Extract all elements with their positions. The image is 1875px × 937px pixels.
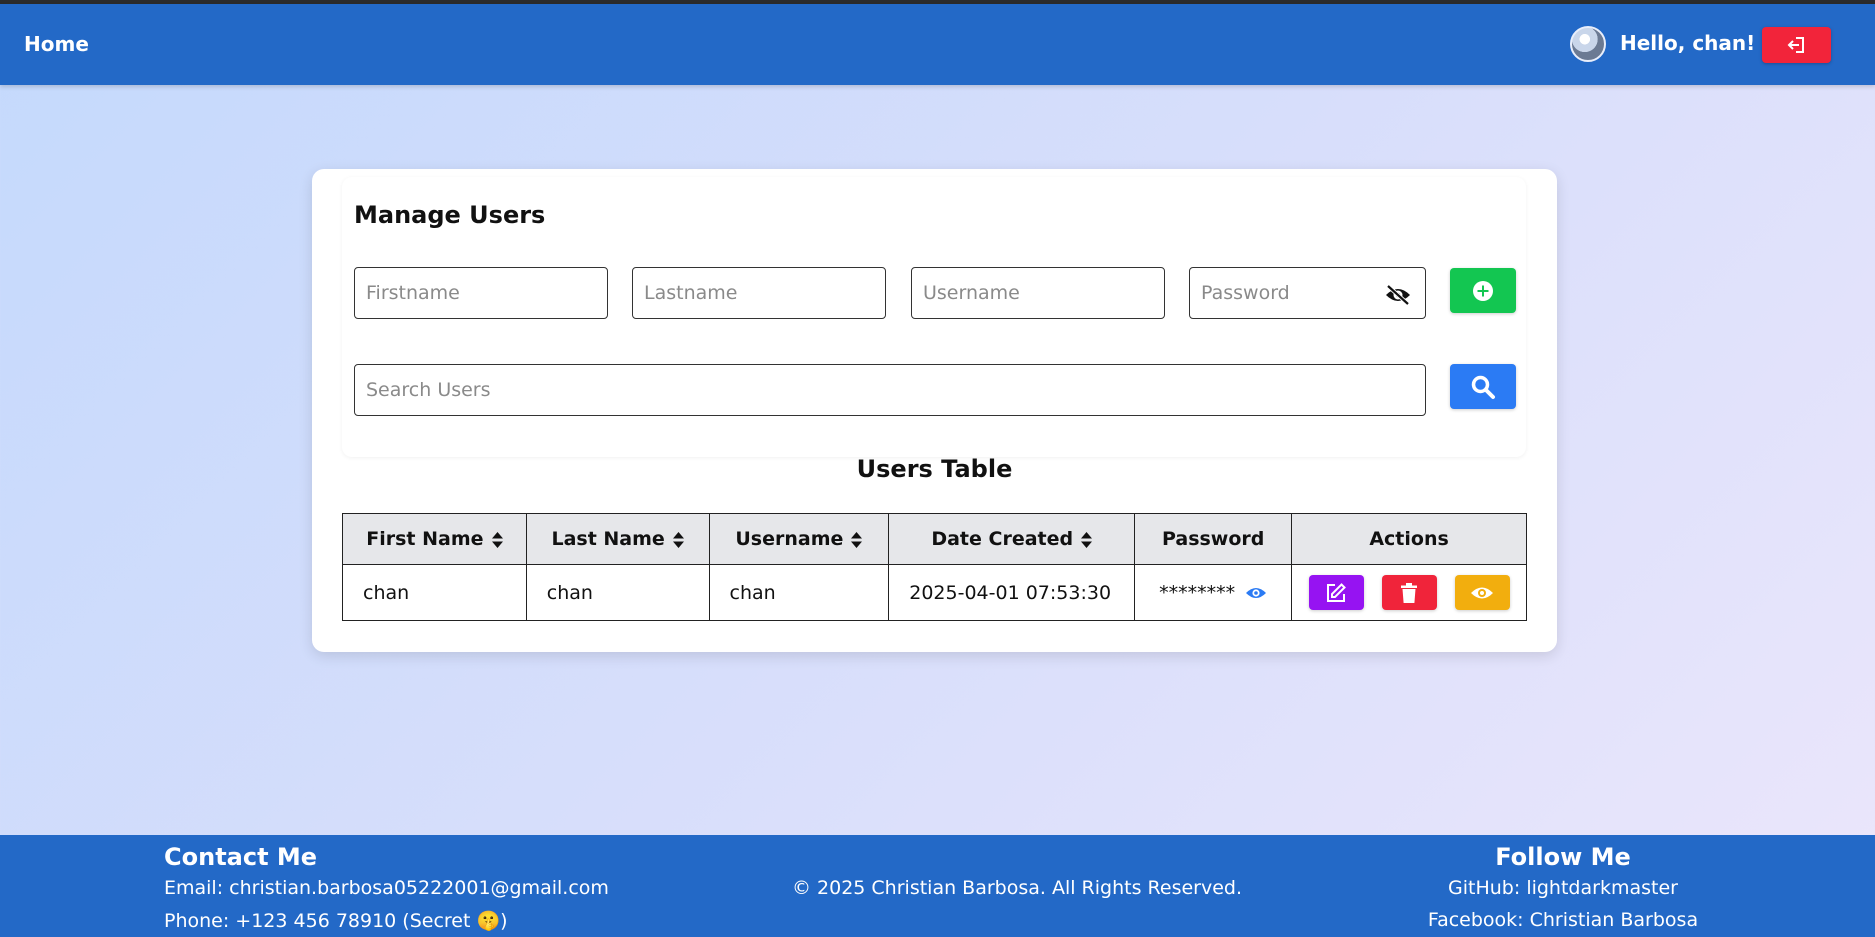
eye-icon[interactable] — [1245, 585, 1267, 601]
follow-title: Follow Me — [1495, 843, 1631, 871]
logout-icon — [1787, 37, 1804, 53]
eye-slash-icon — [1386, 284, 1410, 306]
nav-home-link[interactable]: Home — [24, 32, 89, 56]
manage-users-title: Manage Users — [354, 201, 546, 229]
cell-last-name: chan — [525, 564, 710, 621]
sort-icon — [851, 531, 863, 548]
github-link[interactable]: GitHub: lightdarkmaster — [1363, 877, 1763, 899]
table-header-row: First Name Last Name Username Date Creat… — [342, 513, 1527, 565]
header-label: Last Name — [551, 528, 665, 550]
lastname-input[interactable] — [632, 267, 886, 319]
th-date-created[interactable]: Date Created — [888, 513, 1136, 565]
plus-circle-icon — [1473, 280, 1493, 301]
user-avatar — [1570, 26, 1606, 62]
firstname-input[interactable] — [354, 267, 608, 319]
table-row: chan chan chan 2025-04-01 07:53:30 *****… — [342, 564, 1527, 621]
contact-title: Contact Me — [164, 843, 318, 871]
footer: Contact Me Email: christian.barbosa05222… — [0, 835, 1875, 937]
logout-button[interactable] — [1762, 27, 1831, 63]
header-label: Password — [1161, 528, 1265, 550]
search-icon — [1471, 375, 1495, 399]
header-label: Actions — [1369, 528, 1449, 550]
sort-icon — [1081, 531, 1093, 548]
manage-users-card: Manage Users Users Table — [312, 169, 1557, 652]
add-user-button[interactable] — [1450, 268, 1516, 313]
eye-icon — [1471, 587, 1494, 598]
cell-actions — [1291, 564, 1527, 621]
header-label: First Name — [366, 528, 484, 550]
sort-icon — [491, 531, 503, 548]
search-input[interactable] — [354, 364, 1426, 416]
header-label: Date Created — [931, 528, 1074, 550]
navbar: Home Hello, chan! — [0, 4, 1875, 85]
sort-icon — [672, 531, 684, 548]
th-username[interactable]: Username — [708, 513, 890, 565]
greeting-text: Hello, chan! — [1620, 31, 1756, 55]
th-last-name[interactable]: Last Name — [525, 513, 710, 565]
facebook-link[interactable]: Facebook: Christian Barbosa — [1363, 909, 1763, 931]
trash-icon — [1401, 582, 1418, 603]
delete-user-button[interactable] — [1381, 575, 1437, 610]
cell-date-created: 2025-04-01 07:53:30 — [888, 564, 1136, 621]
cell-username: chan — [708, 564, 890, 621]
username-input[interactable] — [911, 267, 1165, 319]
header-label: Username — [735, 528, 844, 550]
search-button[interactable] — [1450, 364, 1516, 409]
edit-user-button[interactable] — [1308, 575, 1364, 610]
th-actions: Actions — [1291, 513, 1527, 565]
password-masked-text: ******** — [1159, 581, 1236, 604]
th-password: Password — [1134, 513, 1293, 565]
view-user-button[interactable] — [1454, 575, 1510, 610]
cell-password: ******** — [1134, 564, 1293, 621]
th-first-name[interactable]: First Name — [342, 513, 527, 565]
password-visibility-toggle[interactable] — [1381, 280, 1415, 310]
contact-phone: Phone: +123 456 78910 (Secret 🤫) — [164, 910, 508, 932]
edit-icon — [1327, 582, 1346, 602]
cell-first-name: chan — [342, 564, 527, 621]
users-table: First Name Last Name Username Date Creat… — [342, 513, 1527, 621]
users-table-title: Users Table — [856, 455, 1013, 483]
